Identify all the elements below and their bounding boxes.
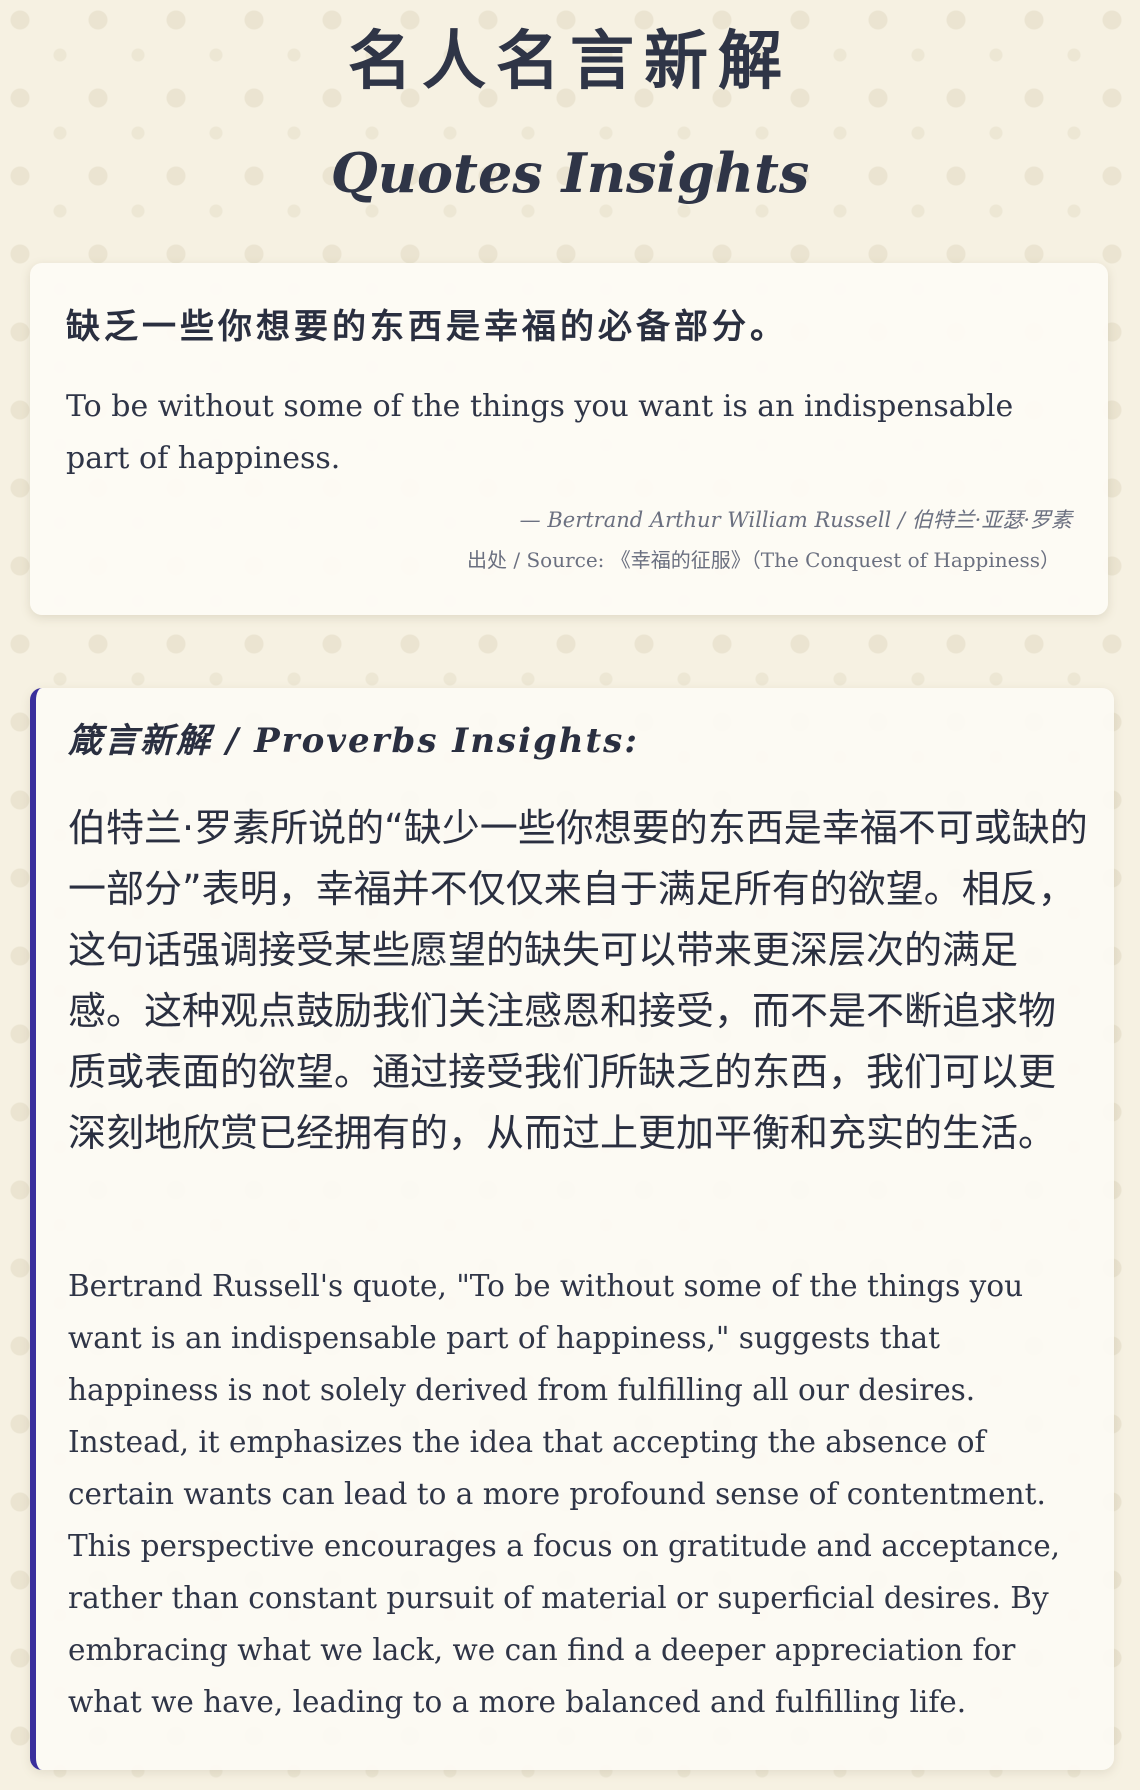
- quote-card: 缺乏一些你想要的东西是幸福的必备部分。 To be without some o…: [30, 263, 1108, 615]
- quote-author: — Bertrand Arthur William Russell / 伯特兰·…: [519, 508, 1072, 532]
- page-header: 名人名言新解 Quotes Insights: [0, 0, 1140, 250]
- page-title-chinese: 名人名言新解: [348, 24, 792, 99]
- insight-heading: 箴言新解 / Proverbs Insights:: [68, 721, 639, 761]
- insight-text-chinese: 伯特兰·罗素所说的“缺少一些你想要的东西是幸福不可或缺的一部分”表明，幸福并不仅…: [68, 806, 1088, 1155]
- quote-source: 出处 / Source: 《幸福的征服》（The Conquest of Hap…: [467, 548, 1060, 572]
- insight-text-english: Bertrand Russell's quote, "To be without…: [68, 1269, 1061, 1719]
- quote-text-english: To be without some of the things you wan…: [66, 389, 1014, 476]
- quote-text-chinese: 缺乏一些你想要的东西是幸福的必备部分。: [66, 307, 788, 347]
- page-title-english: Quotes Insights: [330, 141, 810, 205]
- insight-card: 箴言新解 / Proverbs Insights: 伯特兰·罗素所说的“缺少一些…: [30, 688, 1114, 1770]
